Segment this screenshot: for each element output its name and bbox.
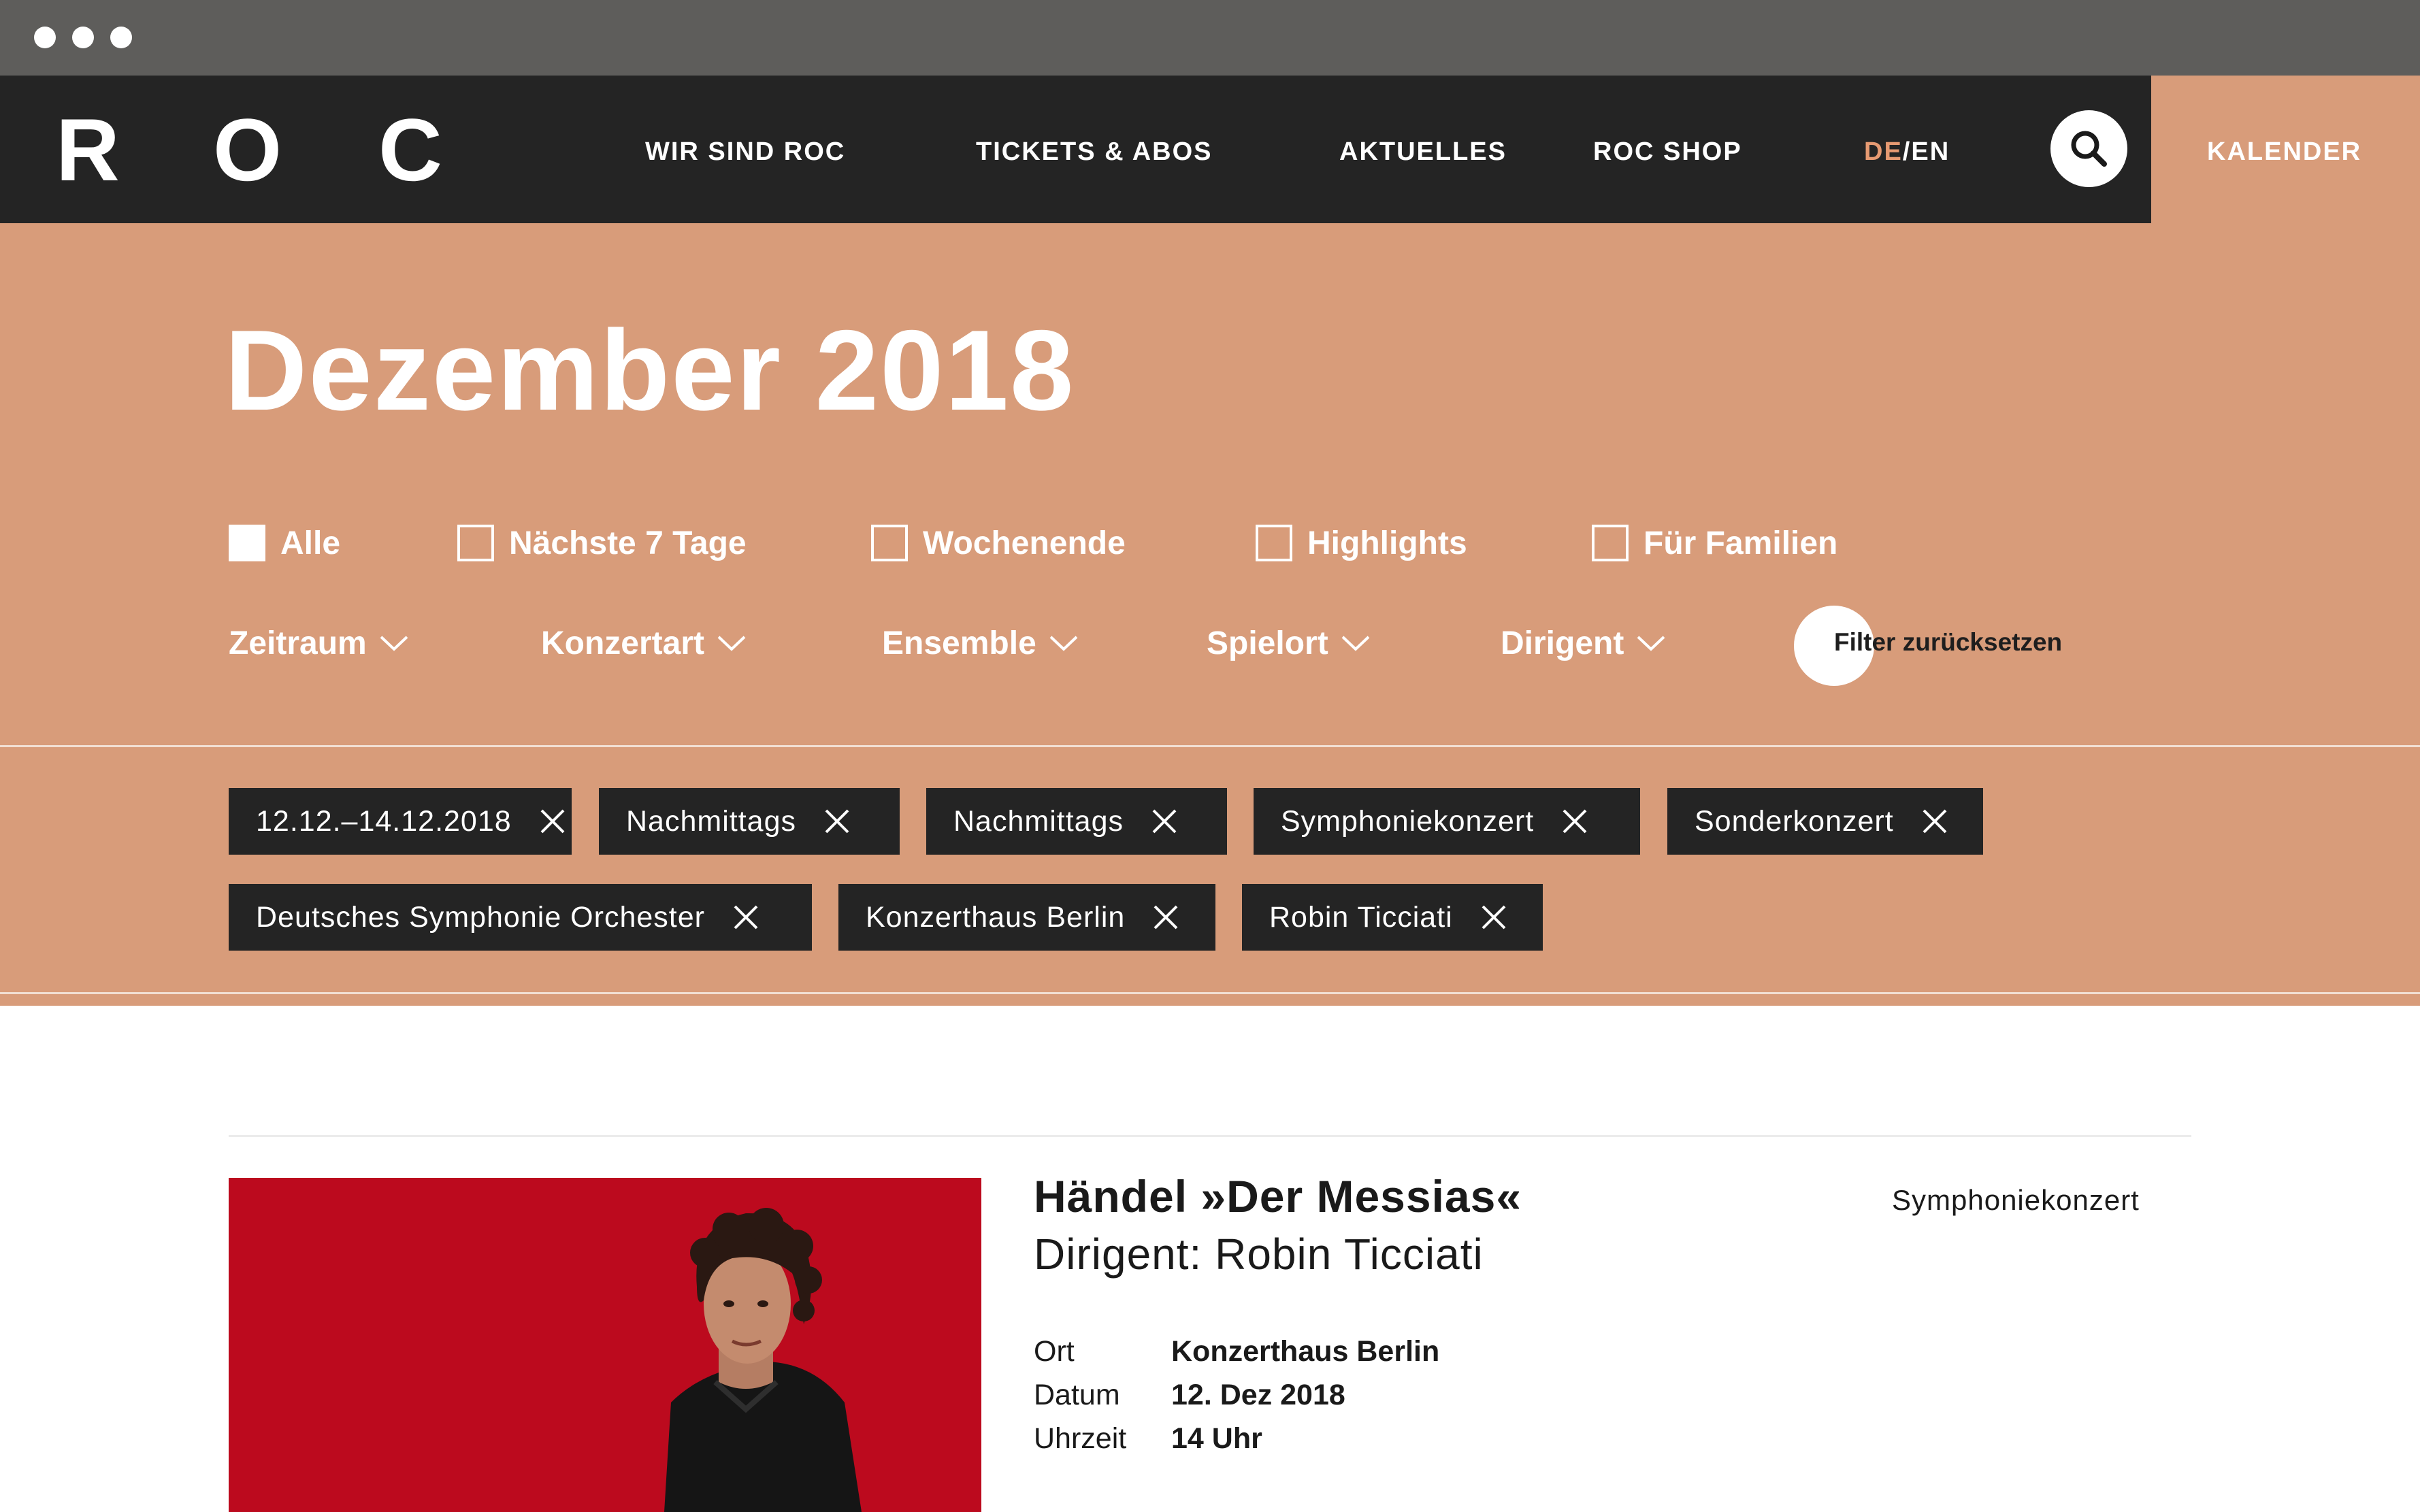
dropdown-konzertart[interactable]: Konzertart (541, 619, 747, 667)
search-icon (2071, 131, 2107, 167)
window-maximize-dot[interactable] (110, 27, 132, 48)
browser-titlebar (0, 0, 2420, 76)
dropdown-dirigent[interactable]: Dirigent (1501, 619, 1666, 667)
filter-checkbox-wochenende[interactable]: Wochenende (871, 519, 1126, 568)
nav-link-aktuelles[interactable]: AKTUELLES (1339, 139, 1507, 165)
meta-label-uhrzeit: Uhrzeit (1034, 1422, 1127, 1455)
active-filter-tag[interactable]: 12.12.–14.12.2018 (229, 788, 572, 855)
logo-letter-c[interactable]: C (378, 105, 442, 194)
filter-checkbox-highlights[interactable]: Highlights (1256, 519, 1467, 568)
tag-label: Nachmittags (626, 804, 796, 838)
lang-de-link[interactable]: DE (1864, 137, 1903, 166)
dropdown-label: Spielort (1207, 625, 1328, 661)
event-category: Symphoniekonzert (1892, 1184, 2140, 1216)
checkbox-unchecked[interactable] (457, 525, 494, 561)
tag-label: Symphoniekonzert (1281, 804, 1535, 838)
dropdown-zeitraum[interactable]: Zeitraum (229, 619, 409, 667)
tag-label: 12.12.–14.12.2018 (256, 804, 512, 838)
window-close-dot[interactable] (34, 27, 56, 48)
checkbox-label: Nächste 7 Tage (509, 525, 747, 561)
dropdown-spielort[interactable]: Spielort (1207, 619, 1371, 667)
filter-checkbox-fuer-familien[interactable]: Für Familien (1592, 519, 1837, 568)
filter-checkbox-naechste-7-tage[interactable]: Nächste 7 Tage (457, 519, 747, 568)
chevron-down-icon (717, 636, 746, 651)
close-icon[interactable] (1151, 808, 1178, 835)
filter-checkbox-alle[interactable]: Alle (229, 519, 340, 568)
filter-divider-top (0, 745, 2420, 747)
meta-label-datum: Datum (1034, 1379, 1120, 1411)
logo-letter-r[interactable]: R (56, 105, 120, 194)
active-filter-tag[interactable]: Sonderkonzert (1667, 788, 1983, 855)
checkbox-unchecked[interactable] (871, 525, 908, 561)
close-icon[interactable] (1561, 808, 1588, 835)
checkbox-unchecked[interactable] (1592, 525, 1629, 561)
active-filter-tag[interactable]: Nachmittags (926, 788, 1227, 855)
tag-label: Sonderkonzert (1695, 804, 1894, 838)
active-filter-tag[interactable]: Nachmittags (599, 788, 900, 855)
meta-value-ort: Konzerthaus Berlin (1171, 1335, 1440, 1368)
nav-link-wir-sind-roc[interactable]: WIR SIND ROC (645, 139, 845, 165)
chevron-down-icon (1341, 636, 1370, 651)
active-filter-tag[interactable]: Konzerthaus Berlin (838, 884, 1215, 951)
close-icon[interactable] (1921, 808, 1948, 835)
event-conductor: Dirigent: Robin Ticciati (1034, 1230, 1484, 1279)
dropdown-label: Konzertart (541, 625, 705, 661)
tag-label: Deutsches Symphonie Orchester (256, 900, 705, 934)
event-image[interactable] (229, 1178, 981, 1512)
active-filter-tag[interactable]: Symphoniekonzert (1254, 788, 1640, 855)
page-title: Dezember 2018 (225, 306, 1075, 434)
event-title[interactable]: Händel »Der Messias« (1034, 1172, 1522, 1221)
nav-link-roc-shop[interactable]: ROC SHOP (1593, 139, 1742, 165)
close-icon[interactable] (823, 808, 851, 835)
chevron-down-icon (1637, 636, 1665, 651)
tag-label: Konzerthaus Berlin (866, 900, 1126, 934)
checkbox-label: Wochenende (923, 525, 1126, 561)
checkbox-label: Für Familien (1644, 525, 1838, 561)
chevron-down-icon (1049, 636, 1078, 651)
close-icon[interactable] (1152, 904, 1179, 931)
tag-label: Nachmittags (953, 804, 1124, 838)
checkbox-checked[interactable] (229, 525, 265, 561)
dropdown-label: Ensemble (882, 625, 1036, 661)
language-switch: DE/EN (1864, 139, 1950, 165)
dropdown-ensemble[interactable]: Ensemble (882, 619, 1079, 667)
checkbox-label: Alle (280, 525, 341, 561)
filter-divider-bottom (0, 992, 2420, 994)
nav-link-tickets-abos[interactable]: TICKETS & ABOS (976, 139, 1213, 165)
close-icon[interactable] (1480, 904, 1507, 931)
meta-label-ort: Ort (1034, 1335, 1075, 1368)
checkbox-label: Highlights (1307, 525, 1467, 561)
close-icon[interactable] (732, 904, 759, 931)
chevron-down-icon (380, 636, 408, 651)
active-filter-tag[interactable]: Deutsches Symphonie Orchester (229, 884, 812, 951)
logo-letter-o[interactable]: O (213, 105, 282, 194)
meta-value-datum: 12. Dez 2018 (1171, 1379, 1345, 1411)
kalender-label[interactable]: KALENDER (2207, 139, 2361, 165)
active-filter-tag[interactable]: Robin Ticciati (1242, 884, 1543, 951)
meta-value-uhrzeit: 14 Uhr (1171, 1422, 1262, 1455)
window-minimize-dot[interactable] (72, 27, 94, 48)
search-button[interactable] (2050, 110, 2127, 187)
checkbox-unchecked[interactable] (1256, 525, 1292, 561)
event-divider (229, 1135, 2191, 1137)
dropdown-label: Dirigent (1501, 625, 1624, 661)
dropdown-label: Zeitraum (229, 625, 367, 661)
lang-separator: / (1902, 137, 1912, 166)
conductor-portrait-image (229, 1178, 981, 1512)
lang-en-link[interactable]: EN (1911, 137, 1950, 166)
close-icon[interactable] (539, 808, 566, 835)
tag-label: Robin Ticciati (1269, 900, 1453, 934)
reset-filter-label[interactable]: Filter zurücksetzen (1834, 629, 2062, 655)
